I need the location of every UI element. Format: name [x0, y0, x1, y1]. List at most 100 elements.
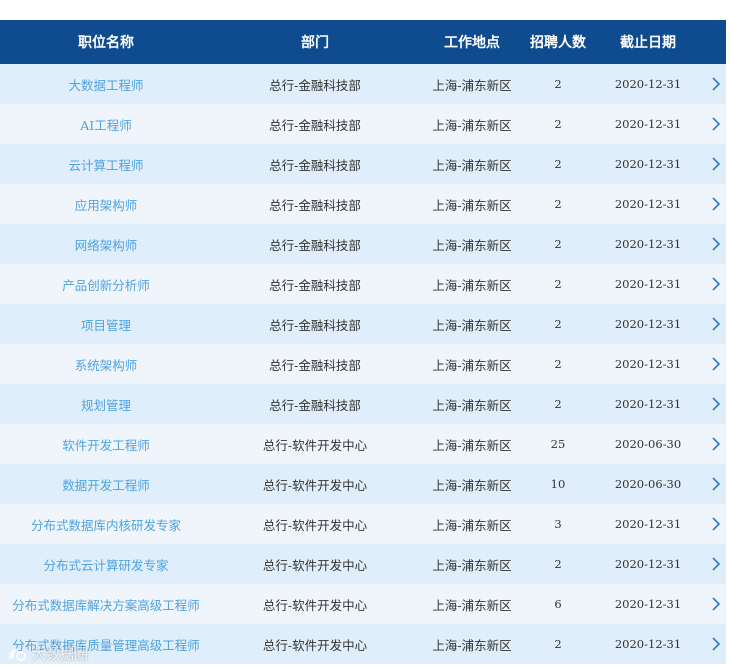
chevron-right-icon[interactable]: [706, 435, 726, 453]
table-row[interactable]: AI工程师 总行-金融科技部 上海-浦东新区 2 2020-12-31: [0, 104, 726, 144]
table-row[interactable]: 网络架构师 总行-金融科技部 上海-浦东新区 2 2020-12-31: [0, 224, 726, 264]
deadline-cell: 2020-12-31: [614, 637, 682, 651]
headcount-cell: 2: [554, 357, 562, 371]
location-cell: 上海-浦东新区: [432, 557, 512, 573]
table-row[interactable]: 应用架构师 总行-金融科技部 上海-浦东新区 2 2020-12-31: [0, 184, 726, 224]
chevron-right-icon[interactable]: [706, 115, 726, 133]
department-cell: 总行-金融科技部: [269, 157, 361, 173]
deadline-cell: 2020-12-31: [614, 77, 682, 91]
job-title-link[interactable]: 系统架构师: [0, 355, 212, 374]
chevron-right-icon[interactable]: [706, 275, 726, 293]
headcount-cell: 6: [554, 597, 562, 611]
chevron-right-icon[interactable]: [706, 315, 726, 333]
department-cell: 总行-金融科技部: [269, 197, 361, 213]
department-cell: 总行-金融科技部: [269, 117, 361, 133]
job-listing-table: 职位名称 部门 工作地点 招聘人数 截止日期 大数据工程师 总行-金融科技部 上海-…: [0, 20, 726, 664]
job-title-link[interactable]: 软件开发工程师: [0, 435, 212, 454]
headcount-cell: 2: [554, 117, 562, 131]
deadline-cell: 2020-06-30: [614, 437, 682, 451]
table-row[interactable]: 规划管理 总行-金融科技部 上海-浦东新区 2 2020-12-31: [0, 384, 726, 424]
location-cell: 上海-浦东新区: [432, 77, 512, 93]
table-row[interactable]: 产品创新分析师 总行-金融科技部 上海-浦东新区 2 2020-12-31: [0, 264, 726, 304]
department-cell: 总行-软件开发中心: [262, 517, 368, 533]
deadline-cell: 2020-12-31: [614, 157, 682, 171]
department-cell: 总行-金融科技部: [269, 397, 361, 413]
chevron-right-icon[interactable]: [706, 75, 726, 93]
job-title-link[interactable]: 网络架构师: [0, 235, 212, 254]
job-title-link[interactable]: 分布式云计算研发专家: [0, 555, 212, 574]
watermark: 大数据圈: [6, 644, 88, 664]
chevron-right-icon[interactable]: [706, 595, 726, 613]
table-row[interactable]: 数据开发工程师 总行-软件开发中心 上海-浦东新区 10 2020-06-30: [0, 464, 726, 504]
table-row[interactable]: 分布式云计算研发专家 总行-软件开发中心 上海-浦东新区 2 2020-12-31: [0, 544, 726, 584]
deadline-cell: 2020-12-31: [614, 237, 682, 251]
table-row[interactable]: 软件开发工程师 总行-软件开发中心 上海-浦东新区 25 2020-06-30: [0, 424, 726, 464]
deadline-cell: 2020-12-31: [614, 597, 682, 611]
table-row[interactable]: 项目管理 总行-金融科技部 上海-浦东新区 2 2020-12-31: [0, 304, 726, 344]
table-row[interactable]: 分布式数据库解决方案高级工程师 总行-软件开发中心 上海-浦东新区 6 2020-12-…: [0, 584, 726, 624]
job-title-link[interactable]: 分布式数据库内核研发专家: [0, 515, 212, 534]
headcount-cell: 2: [554, 157, 562, 171]
table-row[interactable]: 系统架构师 总行-金融科技部 上海-浦东新区 2 2020-12-31: [0, 344, 726, 384]
job-title-link[interactable]: 分布式数据库解决方案高级工程师: [0, 595, 212, 614]
deadline-cell: 2020-12-31: [614, 277, 682, 291]
table-header: 职位名称 部门 工作地点 招聘人数 截止日期: [0, 20, 726, 64]
location-cell: 上海-浦东新区: [432, 437, 512, 453]
headcount-cell: 2: [554, 277, 562, 291]
location-cell: 上海-浦东新区: [432, 117, 512, 133]
chevron-right-icon[interactable]: [706, 355, 726, 373]
headcount-cell: 2: [554, 77, 562, 91]
department-cell: 总行-金融科技部: [269, 237, 361, 253]
deadline-cell: 2020-12-31: [614, 517, 682, 531]
chevron-right-icon[interactable]: [706, 475, 726, 493]
department-cell: 总行-软件开发中心: [262, 437, 368, 453]
location-cell: 上海-浦东新区: [432, 597, 512, 613]
chevron-right-icon[interactable]: [706, 235, 726, 253]
job-title-link[interactable]: 大数据工程师: [0, 75, 212, 94]
headcount-cell: 2: [554, 317, 562, 331]
deadline-cell: 2020-12-31: [614, 397, 682, 411]
headcount-cell: 10: [550, 477, 566, 491]
department-cell: 总行-金融科技部: [269, 77, 361, 93]
location-cell: 上海-浦东新区: [432, 357, 512, 373]
table-row[interactable]: 分布式数据库质量管理高级工程师 总行-软件开发中心 上海-浦东新区 2 2020-12-…: [0, 624, 726, 664]
department-cell: 总行-软件开发中心: [262, 597, 368, 613]
location-cell: 上海-浦东新区: [432, 197, 512, 213]
chevron-right-icon[interactable]: [706, 635, 726, 653]
chevron-right-icon[interactable]: [706, 555, 726, 573]
headcount-cell: 2: [554, 557, 562, 571]
chevron-right-icon[interactable]: [706, 195, 726, 213]
deadline-cell: 2020-12-31: [614, 117, 682, 131]
location-cell: 上海-浦东新区: [432, 157, 512, 173]
headcount-cell: 2: [554, 637, 562, 651]
chevron-right-icon[interactable]: [706, 515, 726, 533]
headcount-cell: 2: [554, 397, 562, 411]
job-title-link[interactable]: AI工程师: [0, 115, 212, 134]
job-title-link[interactable]: 项目管理: [0, 315, 212, 334]
header-department: 部门: [301, 35, 329, 51]
header-count: 招聘人数: [530, 35, 586, 51]
header-location: 工作地点: [444, 35, 500, 51]
deadline-cell: 2020-12-31: [614, 317, 682, 331]
location-cell: 上海-浦东新区: [432, 477, 512, 493]
watermark-text: 大数据圈: [32, 647, 88, 663]
table-row[interactable]: 云计算工程师 总行-金融科技部 上海-浦东新区 2 2020-12-31: [0, 144, 726, 184]
job-title-link[interactable]: 规划管理: [0, 395, 212, 414]
department-cell: 总行-金融科技部: [269, 317, 361, 333]
location-cell: 上海-浦东新区: [432, 637, 512, 653]
job-title-link[interactable]: 云计算工程师: [0, 155, 212, 174]
deadline-cell: 2020-12-31: [614, 357, 682, 371]
department-cell: 总行-金融科技部: [269, 357, 361, 373]
chevron-right-icon[interactable]: [706, 395, 726, 413]
table-row[interactable]: 分布式数据库内核研发专家 总行-软件开发中心 上海-浦东新区 3 2020-12-31: [0, 504, 726, 544]
job-title-link[interactable]: 数据开发工程师: [0, 475, 212, 494]
chevron-right-icon[interactable]: [706, 155, 726, 173]
header-deadline: 截止日期: [620, 35, 676, 51]
job-title-link[interactable]: 产品创新分析师: [0, 275, 212, 294]
table-row[interactable]: 大数据工程师 总行-金融科技部 上海-浦东新区 2 2020-12-31: [0, 64, 726, 104]
deadline-cell: 2020-06-30: [614, 477, 682, 491]
job-title-link[interactable]: 应用架构师: [0, 195, 212, 214]
department-cell: 总行-金融科技部: [269, 277, 361, 293]
deadline-cell: 2020-12-31: [614, 197, 682, 211]
headcount-cell: 25: [550, 437, 566, 451]
